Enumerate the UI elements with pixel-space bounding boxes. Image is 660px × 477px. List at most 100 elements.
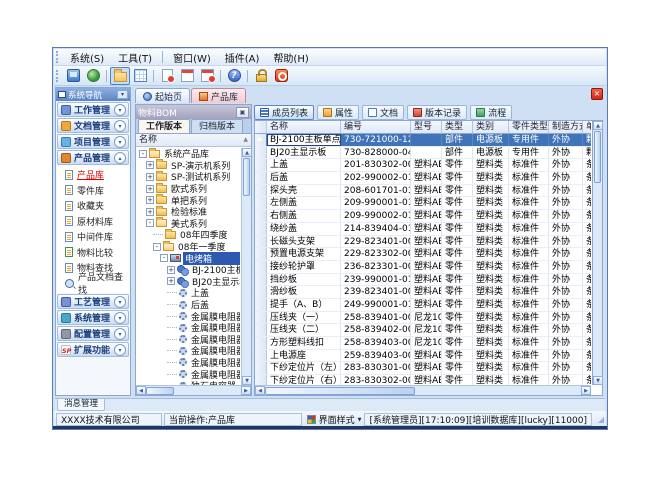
table-row[interactable]: 接纱轮护罩236-823301-00I塑料ABS零件塑料类标准件外协条 <box>255 261 591 274</box>
pin-icon[interactable]: ▣ <box>236 107 249 118</box>
table-row[interactable]: 下纱定位片（左）283-830301-00I塑料ABS零件塑料类标准件外协条 <box>255 362 591 375</box>
table-horizontal-scrollbar[interactable]: ◀ ▶ <box>255 385 591 395</box>
sidebar-group-文档管理[interactable]: 文档管理▾ <box>57 118 129 133</box>
tree-hscroll-thumb[interactable] <box>146 387 174 395</box>
table-row[interactable]: 绕纱盖214-839404-01I塑料ABS零件塑料类标准件外协条 <box>255 223 591 236</box>
tree-horizontal-scrollbar[interactable]: ◀ ▶ <box>136 385 251 395</box>
logout-button[interactable] <box>271 67 291 85</box>
table-row[interactable]: 滑纱板239-823401-00I塑料ABS零件塑料类标准件外协条 <box>255 286 591 299</box>
sidebar-item-物料比较[interactable]: 物料比较 <box>57 245 129 261</box>
table-row[interactable]: 挡纱板239-990001-01I塑料ABS零件塑料类标准件外协条 <box>255 274 591 287</box>
tree-node[interactable]: 金属膜电阻器 <box>137 368 240 380</box>
chevron-down-icon[interactable]: ▾ <box>114 296 126 308</box>
tab-流程[interactable]: 流程 <box>470 105 512 120</box>
scroll-left-icon[interactable]: ◀ <box>255 386 265 395</box>
sidebar-group-工作管理[interactable]: 工作管理▾ <box>57 102 129 117</box>
scroll-down-icon[interactable]: ▼ <box>242 376 252 385</box>
scroll-up-icon[interactable]: ▲ <box>593 121 603 130</box>
table-row[interactable]: 方形塑料线扣258-839403-00I尼龙1010零件塑料类标准件外协条 <box>255 337 591 350</box>
tree-node[interactable]: +单把系列 <box>137 194 240 206</box>
menu-item[interactable]: 帮助(H) <box>266 49 315 66</box>
menu-item[interactable]: 工具(T) <box>111 49 159 66</box>
table-row[interactable]: 右侧盖209-990002-01I塑料ABS零件塑料类标准件外协条 <box>255 210 591 223</box>
tree-vertical-scrollbar[interactable]: ▲ ▼ <box>241 148 251 385</box>
sidebar-item-产品文档查找[interactable]: 产品文档查找 <box>57 276 129 292</box>
chevron-down-icon[interactable]: ▾ <box>114 104 126 116</box>
expander-plus-icon[interactable]: + <box>146 173 154 181</box>
tree-node[interactable]: +SP-演示机系列 <box>137 160 240 172</box>
column-header-单位[interactable]: 单位 <box>583 121 591 134</box>
tree-vscroll-thumb[interactable] <box>243 158 250 196</box>
globe-button[interactable] <box>83 67 103 85</box>
sidebar-group-扩展功能[interactable]: SP扩展功能▾ <box>57 342 129 357</box>
tab-起始页[interactable]: 起始页 <box>135 88 190 103</box>
column-header-制造方式[interactable]: 制造方式 <box>549 121 583 134</box>
sidebar-item-中间件库[interactable]: 中间件库 <box>57 229 129 245</box>
tree-node[interactable]: -电烤箱 <box>137 252 240 264</box>
column-header-零件类型[interactable]: 零件类型 <box>509 121 549 134</box>
tab-工作版本[interactable]: 工作版本 <box>138 119 190 133</box>
tab-message-manager[interactable]: 消息管理 <box>57 399 105 411</box>
scroll-right-icon[interactable]: ▶ <box>241 386 251 395</box>
tab-版本记录[interactable]: 版本记录 <box>407 105 467 120</box>
tree-node[interactable]: 金属膜电阻器 <box>137 357 240 369</box>
scroll-down-icon[interactable]: ▼ <box>593 376 603 385</box>
table-row[interactable]: BJ20主显示板730-828000-04I部件电源板专用件外协颗 <box>255 147 591 160</box>
tree-node[interactable]: 上盖 <box>137 287 240 299</box>
tab-产品库[interactable]: 产品库 <box>191 88 246 103</box>
tree-node[interactable]: +BJ-2100主板单点 <box>137 264 240 276</box>
tab-属性[interactable]: 属性 <box>317 105 359 120</box>
help-button[interactable] <box>224 67 244 85</box>
tree-node[interactable]: +欧式系列 <box>137 183 240 195</box>
menu-gripper[interactable] <box>56 51 59 63</box>
sidebar-item-产品库[interactable]: 产品库 <box>57 167 129 183</box>
table-row[interactable]: 探头壳208-601701-01I塑料ABS零件塑料类标准件外协条 <box>255 185 591 198</box>
table-row[interactable]: ▶BJ-2100主板单点730-721000-12I部件电源板专用件外协颗 <box>255 134 591 147</box>
table-row[interactable]: 上盖201-830302-00I塑料ABS零件塑料类标准件外协条 <box>255 159 591 172</box>
expander-minus-icon[interactable]: - <box>139 150 147 158</box>
sidebar-group-配置管理[interactable]: 配置管理▾ <box>57 326 129 341</box>
expander-plus-icon[interactable]: + <box>167 277 175 285</box>
expander-plus-icon[interactable]: + <box>146 196 154 204</box>
table-row[interactable]: 预置电源支架229-823302-00I塑料ABS零件塑料类标准件外协条 <box>255 248 591 261</box>
sidebar-options-button[interactable]: ▾ <box>117 90 128 99</box>
scroll-right-icon[interactable]: ▶ <box>581 386 591 395</box>
tree-node[interactable]: 08年四季度 <box>137 229 240 241</box>
close-icon[interactable]: × <box>591 88 603 100</box>
table-row[interactable]: 长磁头支架229-823401-00I塑料ABS零件塑料类标准件外协条 <box>255 236 591 249</box>
tab-归档版本[interactable]: 归档版本 <box>191 119 243 133</box>
tree-node[interactable]: 金属膜电阻器 <box>137 310 240 322</box>
table-row[interactable]: 压线夹（二）258-839402-00I尼龙1010零件塑料类标准件外协条 <box>255 324 591 337</box>
sidebar-group-系统管理[interactable]: 系统管理▾ <box>57 310 129 325</box>
column-header-类型[interactable]: 类型 <box>442 121 473 134</box>
expander-minus-icon[interactable]: - <box>153 243 161 251</box>
calendar-delete-button[interactable] <box>197 67 217 85</box>
column-header-名称[interactable]: 名称 <box>267 121 341 134</box>
menu-item[interactable]: 插件(A) <box>218 49 267 66</box>
table-row[interactable]: 压线夹（一）258-839401-00I尼龙1010零件塑料类标准件外协条 <box>255 312 591 325</box>
chevron-down-icon[interactable]: ▾ <box>114 344 126 356</box>
expander-plus-icon[interactable]: + <box>167 266 175 274</box>
expander-minus-icon[interactable]: - <box>160 254 168 262</box>
menu-item[interactable]: 窗口(W) <box>166 49 218 66</box>
tree-node[interactable]: 金属膜电阻器 <box>137 345 240 357</box>
table-row[interactable]: 提手（A、B）249-990001-01I塑料ABS零件塑料类标准件外协条 <box>255 299 591 312</box>
tree-node[interactable]: -08年一季度 <box>137 241 240 253</box>
column-header-型号[interactable]: 型号 <box>411 121 442 134</box>
table-vscroll-thumb[interactable] <box>594 131 601 183</box>
column-header-编号[interactable]: 编号 <box>341 121 411 134</box>
table-row[interactable]: 上电源座259-839403-00I塑料ABS零件塑料类标准件外协条 <box>255 350 591 363</box>
sidebar-item-收藏夹[interactable]: 收藏夹 <box>57 198 129 214</box>
tab-文档[interactable]: 文档 <box>362 105 404 120</box>
chevron-down-icon[interactable]: ▾ <box>114 120 126 132</box>
scroll-left-icon[interactable]: ◀ <box>136 386 146 395</box>
chevron-up-icon[interactable]: ▴ <box>114 152 126 164</box>
expander-minus-icon[interactable]: - <box>146 219 154 227</box>
table-row[interactable]: 左侧盖209-990001-01I塑料ABS零件塑料类标准件外协条 <box>255 197 591 210</box>
expander-plus-icon[interactable]: + <box>146 185 154 193</box>
tree-node[interactable]: 金属膜电阻器 <box>137 334 240 346</box>
chevron-down-icon[interactable]: ▾ <box>114 312 126 324</box>
sidebar-item-原材料库[interactable]: 原材料库 <box>57 214 129 230</box>
toolbar-gripper[interactable] <box>56 70 59 82</box>
scroll-up-icon[interactable]: ▲ <box>242 148 252 157</box>
